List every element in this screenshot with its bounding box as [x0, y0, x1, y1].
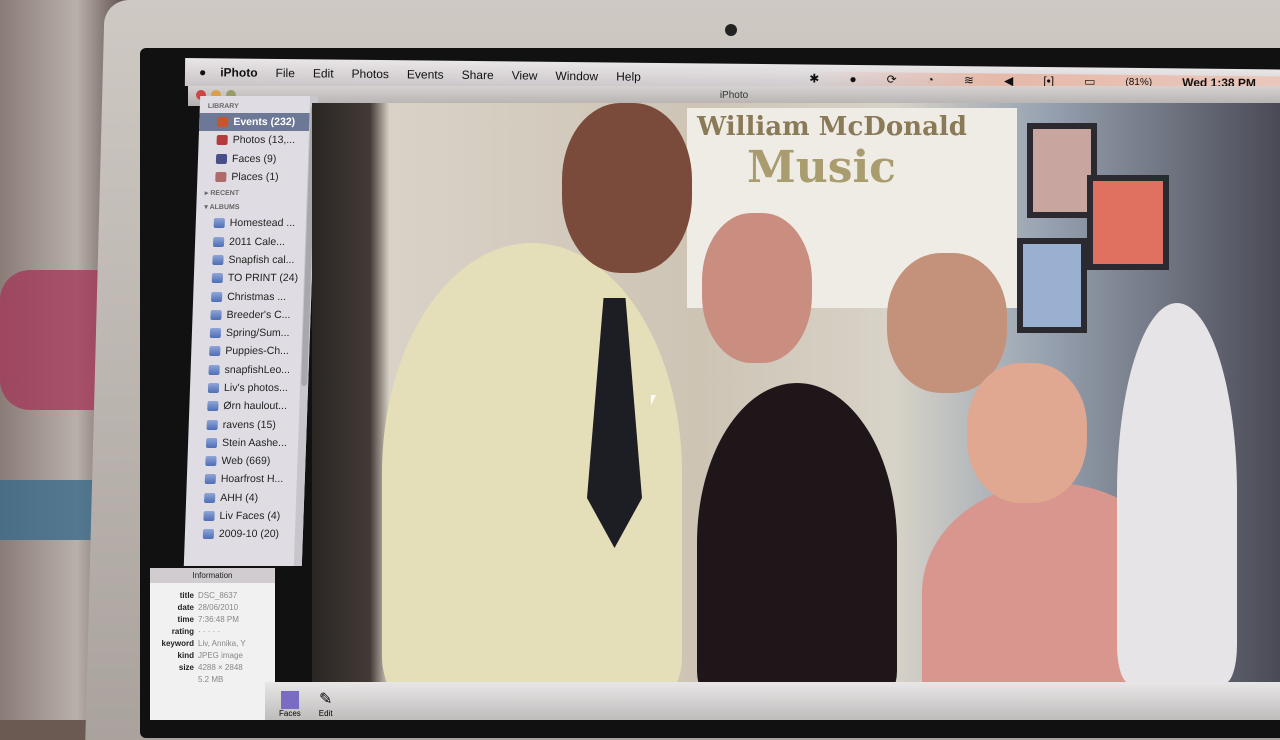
- album-folder-icon: [207, 383, 220, 393]
- sidebar-album-item[interactable]: snapfishLeo...: [190, 361, 309, 379]
- album-folder-icon: [204, 474, 216, 485]
- faces-icon: [215, 153, 228, 164]
- album-folder-icon: [212, 236, 225, 247]
- album-folder-icon: [203, 511, 215, 522]
- sidebar-album-item[interactable]: 2011 Cale...: [195, 232, 314, 250]
- photo-viewer[interactable]: William McDonald Music: [312, 103, 1280, 688]
- info-row: keyword Liv, Annika, Y: [161, 638, 246, 648]
- dropbox-icon[interactable]: ✱: [809, 72, 819, 86]
- source-list: LIBRARY Events (232) Photos (13,... Face…: [183, 96, 319, 566]
- photos-icon: [216, 135, 228, 146]
- faces-icon: [280, 691, 299, 709]
- sidebar-album-item[interactable]: 2009-10 (20): [185, 525, 304, 543]
- menu-help[interactable]: Help: [616, 70, 641, 84]
- sidebar-album-item[interactable]: Ørn haulout...: [189, 397, 308, 415]
- sidebar-album-item[interactable]: Snapfish cal...: [194, 251, 313, 269]
- menu-events[interactable]: Events: [407, 67, 444, 81]
- information-panel: Information title DSC_8637 date 28/06/2010 t…: [150, 568, 275, 720]
- pencil-icon: ✎: [318, 691, 333, 708]
- album-folder-icon: [202, 529, 215, 540]
- sidebar-album-item[interactable]: TO PRINT (24): [194, 269, 313, 287]
- library-header: LIBRARY: [207, 103, 239, 110]
- edit-button[interactable]: ✎ Edit: [319, 689, 333, 718]
- sidebar-item-photos[interactable]: Photos (13,...: [198, 131, 317, 149]
- sidebar-album-item[interactable]: AHH (4): [186, 489, 305, 507]
- sidebar-album-item[interactable]: Hoarfrost H...: [186, 470, 305, 488]
- window-title: iPhoto: [719, 90, 749, 101]
- menu-app[interactable]: iPhoto: [220, 65, 257, 79]
- info-row: 5.2 MB: [198, 674, 224, 684]
- sidebar-item-faces[interactable]: Faces (9): [198, 150, 317, 168]
- info-row: size 4288 × 2848: [178, 662, 243, 672]
- album-folder-icon: [205, 456, 217, 467]
- album-folder-icon: [211, 273, 224, 284]
- album-folder-icon: [213, 218, 225, 229]
- sidebar-album-item[interactable]: Web (669): [187, 452, 306, 470]
- person-woman: [887, 253, 1007, 393]
- info-row: date 28/06/2010: [177, 602, 239, 612]
- menu-photos[interactable]: Photos: [352, 67, 390, 81]
- info-row: title DSC_8637: [179, 590, 238, 600]
- albums-header[interactable]: ▾ ALBUMS: [196, 200, 314, 214]
- information-header[interactable]: Information: [150, 568, 275, 583]
- bottom-toolbar: Faces ✎ Edit: [265, 682, 1280, 720]
- album-folder-icon: [207, 401, 219, 412]
- skype-icon[interactable]: ●: [849, 72, 856, 86]
- menu-share[interactable]: Share: [462, 68, 494, 82]
- menu-file[interactable]: File: [275, 66, 294, 80]
- places-icon: [215, 172, 227, 183]
- info-row: time 7:36:48 PM: [177, 614, 239, 624]
- apple-menu-icon[interactable]: ●: [199, 65, 206, 79]
- sidebar-album-item[interactable]: ravens (15): [188, 415, 307, 433]
- sidebar-album-item[interactable]: Puppies-Ch...: [191, 342, 310, 360]
- webcam: [725, 24, 737, 36]
- sync-icon[interactable]: ⟳: [887, 72, 897, 86]
- events-icon: [217, 117, 229, 128]
- sidebar-album-item[interactable]: Homestead ...: [195, 214, 314, 232]
- sidebar-album-item[interactable]: Stein Aashe...: [188, 434, 307, 452]
- album-folder-icon: [211, 291, 223, 302]
- sidebar-album-item[interactable]: Spring/Sum...: [192, 324, 311, 342]
- mouse-cursor: [651, 395, 656, 405]
- info-row: kind JPEG image: [177, 650, 243, 660]
- sidebar-album-item[interactable]: Breeder's C...: [192, 306, 311, 324]
- sidebar-album-item[interactable]: Liv Faces (4): [185, 507, 304, 525]
- album-folder-icon: [204, 492, 216, 503]
- sidebar-album-item[interactable]: Christmas ...: [193, 287, 312, 305]
- menu-window[interactable]: Window: [555, 69, 598, 83]
- album-folder-icon: [209, 328, 222, 339]
- info-row: rating · · · · ·: [171, 626, 221, 636]
- sidebar-album-item[interactable]: Liv's photos...: [190, 379, 309, 397]
- recent-header[interactable]: ▸ RECENT: [197, 186, 315, 200]
- sidebar-item-events[interactable]: Events (232): [198, 113, 318, 132]
- person-girl: [697, 383, 897, 688]
- album-folder-icon: [208, 364, 220, 375]
- album-folder-icon: [206, 419, 218, 430]
- menu-edit[interactable]: Edit: [313, 66, 334, 80]
- album-folder-icon: [212, 254, 224, 265]
- sidebar-item-places[interactable]: Places (1): [197, 168, 316, 186]
- faces-button[interactable]: Faces: [279, 691, 301, 718]
- album-folder-icon: [205, 437, 218, 448]
- album-folder-icon: [209, 346, 221, 357]
- album-folder-icon: [210, 309, 222, 320]
- time-machine-icon[interactable]: ◔: [927, 73, 934, 87]
- menu-view[interactable]: View: [512, 68, 538, 82]
